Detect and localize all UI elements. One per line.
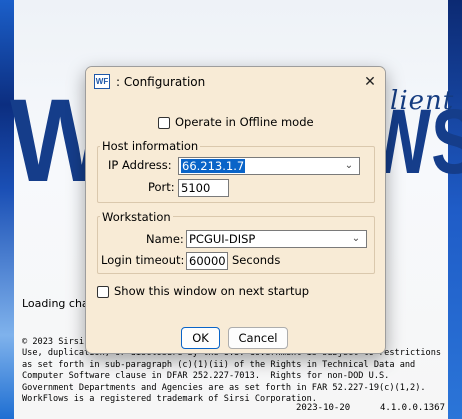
ok-button[interactable]: OK — [181, 327, 220, 349]
workstation-name-label: Name: — [146, 232, 184, 246]
login-timeout-label: Login timeout: — [101, 253, 185, 267]
host-information-title: Host information — [100, 139, 201, 153]
close-icon: ✕ — [364, 74, 376, 90]
show-on-startup-label[interactable]: Show this window on next startup — [114, 284, 309, 298]
workstation-title: Workstation — [100, 210, 173, 224]
ip-address-label: IP Address: — [108, 158, 172, 172]
login-timeout-unit: Seconds — [232, 253, 281, 267]
build-version: 4.1.0.0.1367 — [380, 403, 446, 413]
ip-address-combobox[interactable]: 66.213.1.7 ⌄ — [178, 157, 360, 175]
chevron-down-icon[interactable]: ⌄ — [349, 231, 363, 247]
offline-mode-checkbox[interactable] — [158, 117, 170, 129]
legal-line: Computer Software clause in DFAR 252.227… — [22, 371, 390, 382]
cancel-button[interactable]: Cancel — [228, 327, 288, 349]
build-date: 2023-10-20 — [296, 403, 351, 413]
close-button[interactable]: ✕ — [357, 69, 383, 95]
login-timeout-field[interactable]: 60000 — [186, 252, 228, 270]
port-label: Port: — [148, 180, 175, 194]
chevron-down-icon[interactable]: ⌄ — [342, 158, 356, 174]
loading-status: Loading cha — [22, 297, 89, 310]
workstation-name-value: PCGUI-DISP — [189, 232, 256, 246]
workflows-app-icon: WF — [94, 74, 110, 89]
legal-line: Government Departments and Agencies are … — [22, 382, 426, 393]
configuration-dialog: WF : Configuration ✕ Operate in Offline … — [85, 66, 386, 354]
legal-line: as set forth in sub-paragraph (c)(1)(ii)… — [22, 359, 416, 370]
show-on-startup-checkbox[interactable] — [97, 286, 109, 298]
dialog-title: : Configuration — [116, 75, 206, 89]
workstation-name-combobox[interactable]: PCGUI-DISP ⌄ — [186, 230, 367, 248]
ip-address-value: 66.213.1.7 — [181, 159, 246, 173]
dialog-titlebar[interactable]: WF : Configuration ✕ — [86, 67, 385, 98]
offline-mode-label[interactable]: Operate in Offline mode — [175, 115, 314, 129]
desktop-wallpaper-right — [448, 0, 462, 419]
desktop-wallpaper-left — [0, 0, 14, 419]
legal-line: WorkFlows is a registered trademark of S… — [22, 394, 317, 405]
port-field[interactable]: 5100 — [178, 179, 229, 197]
